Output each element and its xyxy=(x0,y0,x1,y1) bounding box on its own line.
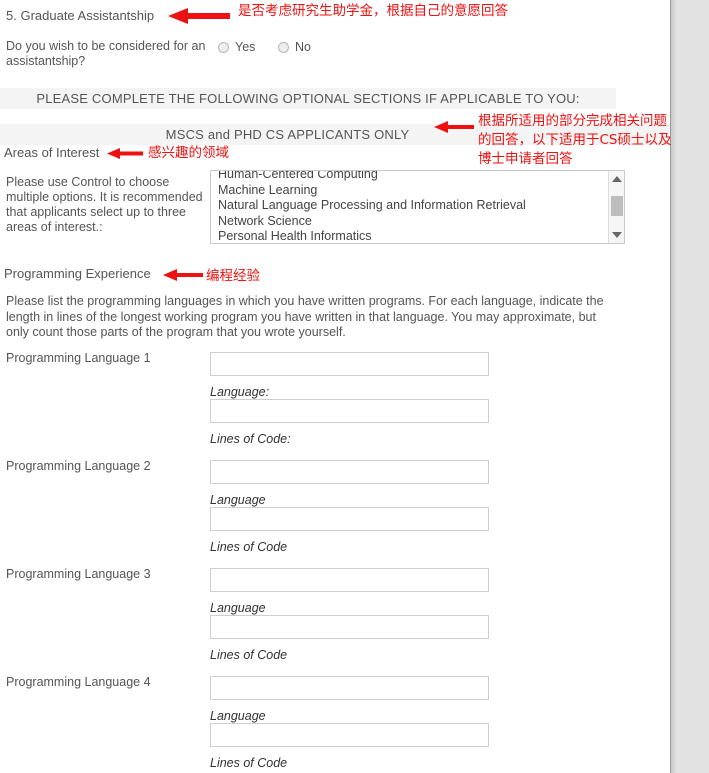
list-item[interactable]: Natural Language Processing and Informat… xyxy=(218,198,608,214)
programming-language-3-label: Programming Language 3 xyxy=(6,567,151,581)
section-title-graduate-assistantship: 5. Graduate Assistantship xyxy=(6,8,155,23)
programming-language-3-language-caption: Language xyxy=(210,601,266,615)
programming-experience-instructions: Please list the programming languages in… xyxy=(6,294,604,339)
scrollbar-thumb[interactable] xyxy=(611,196,623,216)
areas-of-interest-listbox[interactable]: Human-Centered Computing Machine Learnin… xyxy=(210,170,625,244)
programming-language-1-label: Programming Language 1 xyxy=(6,351,151,365)
radio-no-input[interactable] xyxy=(278,41,289,53)
list-item[interactable]: Human-Centered Computing xyxy=(218,171,608,183)
right-side-panel xyxy=(670,0,709,773)
annotation-arrow-icon xyxy=(163,269,203,281)
programming-language-2-language-caption: Language xyxy=(210,493,266,507)
programming-language-2-name-input[interactable] xyxy=(210,460,489,484)
areas-of-interest-instructions: Please use Control to choose multiple op… xyxy=(6,175,203,234)
list-item[interactable]: Machine Learning xyxy=(218,183,608,199)
list-item[interactable]: Personal Health Informatics xyxy=(218,229,608,243)
programming-language-3-name-input[interactable] xyxy=(210,568,489,592)
programming-language-4-language-caption: Language xyxy=(210,709,266,723)
listbox-scrollbar[interactable] xyxy=(608,171,624,243)
programming-language-2-lines-caption: Lines of Code xyxy=(210,540,288,554)
programming-language-4-name-input[interactable] xyxy=(210,676,489,700)
radio-option-yes[interactable]: Yes xyxy=(218,40,255,54)
assistantship-question-label: Do you wish to be considered for an assi… xyxy=(6,39,206,68)
programming-language-2-lines-input[interactable] xyxy=(210,507,489,531)
programming-language-1-lines-input[interactable] xyxy=(210,399,489,423)
panel-edge-shadow xyxy=(671,0,677,773)
programming-language-1-language-caption: Language: xyxy=(210,385,270,399)
annotation-arrow-icon xyxy=(434,121,474,133)
annotation-mscs-phd-applicants: 根据所适用的部分完成相关问题 的回答，以下适用于CS硕士以及 博士申请者回答 xyxy=(478,113,672,167)
annotation-areas-of-interest: 感兴趣的领域 xyxy=(148,145,229,161)
programming-language-4-lines-input[interactable] xyxy=(210,723,489,747)
programming-language-4-label: Programming Language 4 xyxy=(6,675,151,689)
radio-option-no[interactable]: No xyxy=(278,40,311,54)
section-title-areas-of-interest: Areas of Interest xyxy=(4,145,100,160)
annotation-arrow-icon xyxy=(168,8,230,24)
scroll-down-arrow-icon[interactable] xyxy=(612,232,622,238)
programming-language-2-label: Programming Language 2 xyxy=(6,459,151,473)
annotation-arrow-icon xyxy=(107,148,143,159)
listbox-options[interactable]: Human-Centered Computing Machine Learnin… xyxy=(211,171,608,243)
scroll-up-arrow-icon[interactable] xyxy=(612,176,622,182)
programming-language-1-name-input[interactable] xyxy=(210,352,489,376)
radio-yes-input[interactable] xyxy=(218,41,229,53)
programming-language-1-lines-caption: Lines of Code: xyxy=(210,432,291,446)
annotation-graduate-assistantship: 是否考虑研究生助学金，根据自己的意愿回答 xyxy=(238,3,508,19)
banner-optional-sections: PLEASE COMPLETE THE FOLLOWING OPTIONAL S… xyxy=(0,88,616,109)
list-item[interactable]: Network Science xyxy=(218,214,608,230)
programming-language-3-lines-caption: Lines of Code xyxy=(210,648,288,662)
radio-no-label: No xyxy=(295,40,311,54)
annotation-programming-experience: 编程经验 xyxy=(206,268,260,284)
radio-yes-label: Yes xyxy=(235,40,256,54)
programming-language-4-lines-caption: Lines of Code xyxy=(210,756,288,770)
programming-language-3-lines-input[interactable] xyxy=(210,615,489,639)
section-title-programming-experience: Programming Experience xyxy=(4,266,151,281)
